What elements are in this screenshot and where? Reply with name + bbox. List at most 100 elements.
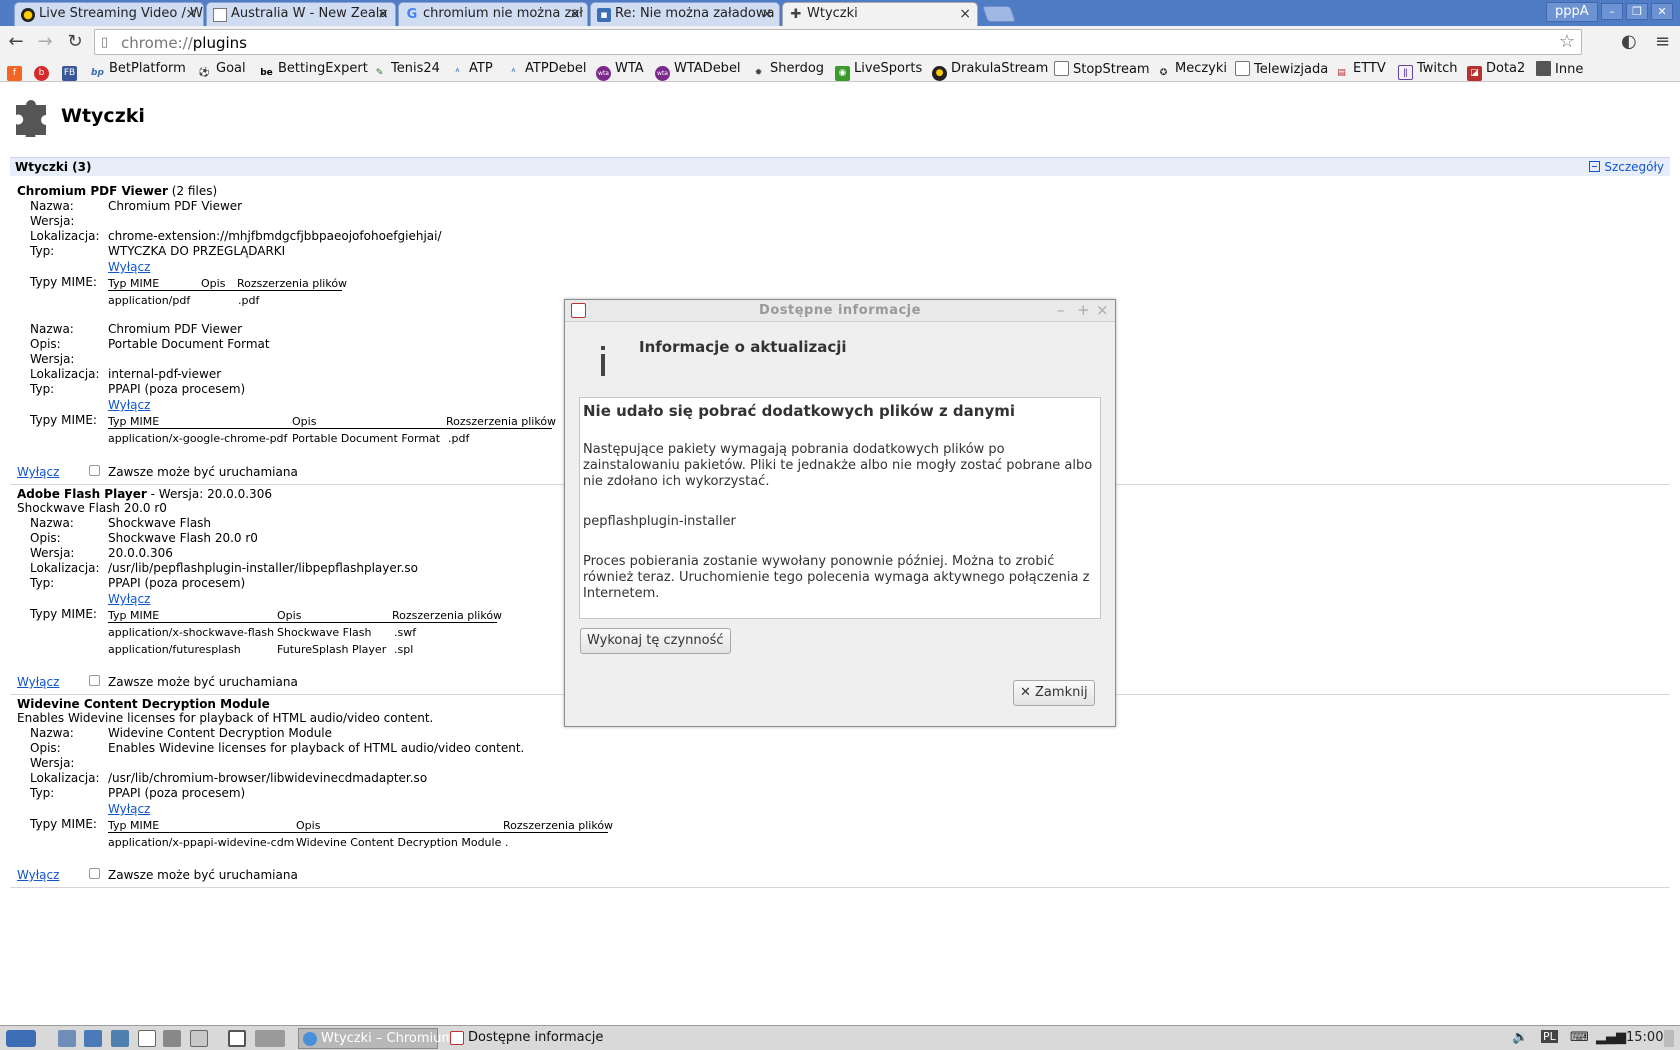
col-desc: Opis <box>296 819 321 832</box>
close-icon[interactable]: × <box>1096 301 1109 319</box>
new-tab-button[interactable] <box>982 6 1016 22</box>
bookmark-twitch[interactable]: ǁ Twitch <box>1398 61 1458 80</box>
tab-wtyczki[interactable]: ✚ Wtyczki × <box>782 2 978 26</box>
col-ext: Rozszerzenia plików <box>446 415 557 428</box>
bookmark-folder-inne[interactable]: Inne <box>1536 61 1583 79</box>
value-name: Chromium PDF Viewer <box>108 199 243 213</box>
plugin-subtitle: Enables Widevine licenses for playback o… <box>17 711 434 725</box>
disable-plugin-link[interactable]: Wyłącz <box>17 675 59 689</box>
task-update-dialog[interactable]: Dostępne informacje <box>446 1028 603 1049</box>
bookmark-meczyki[interactable]: ✪ Meczyki <box>1156 61 1227 79</box>
close-icon[interactable]: × <box>569 6 581 22</box>
puzzle-icon: ✚ <box>790 7 802 22</box>
col-desc: Opis <box>201 277 226 290</box>
close-window-icon[interactable]: ✕ <box>1651 3 1673 20</box>
close-dialog-button[interactable]: ✕ Zamknij <box>1013 680 1095 706</box>
bookmark-tenis24[interactable]: ✎ Tenis24 <box>372 61 440 79</box>
plugin-title: Adobe Flash Player - Wersja: 20.0.0.306 <box>17 487 272 501</box>
value-location: chrome-extension://mhjfbmdgcfjbbpaeojofo… <box>108 229 442 243</box>
bookmark-atpdebel[interactable]: ᴬ ATPDebel <box>506 61 587 79</box>
always-allowed-checkbox[interactable] <box>89 465 100 476</box>
tab-live-streaming[interactable]: ● Live Streaming Video / W × <box>14 2 204 26</box>
settings-icon[interactable] <box>163 1030 181 1047</box>
always-allowed-checkbox[interactable] <box>89 675 100 686</box>
disable-plugin-link[interactable]: Wyłącz <box>17 868 59 882</box>
bookmark-label: ATPDebel <box>525 61 587 76</box>
address-bar[interactable]: ▯ chrome://plugins ☆ <box>94 29 1582 55</box>
bookmark-fb[interactable]: FB <box>62 61 81 81</box>
forward-arrow-icon[interactable]: → <box>33 31 57 53</box>
show-desktop-icon[interactable] <box>1664 1030 1674 1047</box>
minimize-window-icon[interactable]: – <box>1601 3 1623 20</box>
close-icon[interactable]: × <box>761 6 773 22</box>
workspace-icon[interactable] <box>255 1030 285 1047</box>
page-icon: ▯ <box>101 35 109 50</box>
col-mime: Typ MIME <box>108 415 160 428</box>
network-signal-icon[interactable]: ▂▄▆ <box>1596 1030 1626 1045</box>
mime-type: application/futuresplash <box>108 643 241 656</box>
tab-chromium-search[interactable]: G chromium nie można zał × <box>398 2 588 26</box>
bookmark-wtadebel[interactable]: wta WTADebel <box>655 61 741 81</box>
label-description: Opis: <box>30 337 61 351</box>
disable-plugin-link[interactable]: Wyłącz <box>17 465 59 479</box>
details-toggle[interactable]: Szczegóły <box>1589 160 1664 174</box>
restore-window-icon[interactable]: ❐ <box>1626 3 1648 20</box>
bookmark-ettv[interactable]: ▤ ETTV <box>1334 61 1386 79</box>
tab-australia[interactable]: Australia W - New Zeala × <box>206 2 396 26</box>
bookmark-goal[interactable]: ⚽ Goal <box>197 61 246 79</box>
reload-icon[interactable]: ↻ <box>63 31 87 53</box>
browser-icon[interactable] <box>84 1030 102 1047</box>
bookmark-betplatform[interactable]: bp BetPlatform <box>90 61 186 79</box>
back-arrow-icon[interactable]: ← <box>4 31 28 53</box>
col-ext: Rozszerzenia plików <box>503 819 614 832</box>
close-icon[interactable]: × <box>185 6 197 22</box>
bookmark-f[interactable]: f <box>7 61 26 81</box>
keyboard-icon[interactable]: ⌨ <box>1570 1030 1589 1045</box>
dialog-titlebar[interactable]: Dostępne informacje – + × <box>565 300 1115 322</box>
bookmark-label: Meczyki <box>1175 61 1228 76</box>
mime-type: application/pdf <box>108 294 191 307</box>
bookmark-b[interactable]: b <box>34 61 53 81</box>
bookmark-dota2[interactable]: ◪ Dota2 <box>1467 61 1525 81</box>
menu-icon[interactable]: ≡ <box>1655 31 1670 52</box>
always-allowed-checkbox[interactable] <box>89 868 100 879</box>
run-action-button[interactable]: Wykonaj tę czynność <box>580 628 731 654</box>
desktop-icon[interactable] <box>228 1030 246 1047</box>
disable-file-link[interactable]: Wyłącz <box>108 260 150 274</box>
disable-file-link[interactable]: Wyłącz <box>108 398 150 412</box>
start-menu-icon[interactable] <box>6 1030 36 1047</box>
bookmark-wta[interactable]: wta WTA <box>596 61 644 81</box>
address-url: chrome://plugins <box>121 34 247 52</box>
bookmark-atp[interactable]: ᴬ ATP <box>450 61 493 79</box>
profile-button[interactable]: pppA <box>1546 2 1598 22</box>
disable-file-link[interactable]: Wyłącz <box>108 802 150 816</box>
tab-forum[interactable]: ▪ Re: Nie można załadowa × <box>590 2 780 26</box>
bookmark-stopstream[interactable]: StopStream <box>1054 61 1150 79</box>
clock[interactable]: 15:00 <box>1626 1030 1663 1045</box>
update-info-dialog: Dostępne informacje – + × Informacje o a… <box>564 299 1116 727</box>
bookmark-star-icon[interactable]: ☆ <box>1559 31 1575 52</box>
window-icon[interactable] <box>190 1030 208 1047</box>
bookmark-livesports[interactable]: ◉ LiveSports <box>835 61 922 81</box>
minimize-icon[interactable]: – <box>1057 301 1065 319</box>
disable-file-link[interactable]: Wyłącz <box>108 592 150 606</box>
bookmark-bettingexpert[interactable]: be BettingExpert <box>259 61 368 79</box>
task-chromium[interactable]: Wtyczki – Chromium <box>298 1028 454 1049</box>
close-icon[interactable]: × <box>377 6 389 22</box>
extension-icon[interactable]: ◐ <box>1621 31 1637 52</box>
maximize-icon[interactable]: + <box>1077 301 1090 319</box>
bookmark-telewizjada[interactable]: Telewizjada <box>1235 61 1328 79</box>
bookmark-drakulastream[interactable]: ● DrakulaStream <box>932 61 1048 81</box>
keyboard-layout-indicator[interactable]: PL <box>1541 1030 1558 1043</box>
network-icon[interactable] <box>111 1030 129 1047</box>
close-icon[interactable]: × <box>959 6 971 22</box>
volume-icon[interactable]: 🔉 <box>1512 1030 1528 1045</box>
bookmark-label: Telewizjada <box>1254 62 1329 77</box>
value-type: PPAPI (poza procesem) <box>108 786 246 800</box>
button-label: Zamknij <box>1035 685 1088 700</box>
file-manager-icon[interactable] <box>58 1030 76 1047</box>
f-icon: f <box>7 66 22 81</box>
message-paragraph: Następujące pakiety wymagają pobrania do… <box>583 442 1093 489</box>
bookmark-sherdog[interactable]: ✹ Sherdog <box>751 61 824 79</box>
editor-icon[interactable] <box>138 1030 156 1047</box>
